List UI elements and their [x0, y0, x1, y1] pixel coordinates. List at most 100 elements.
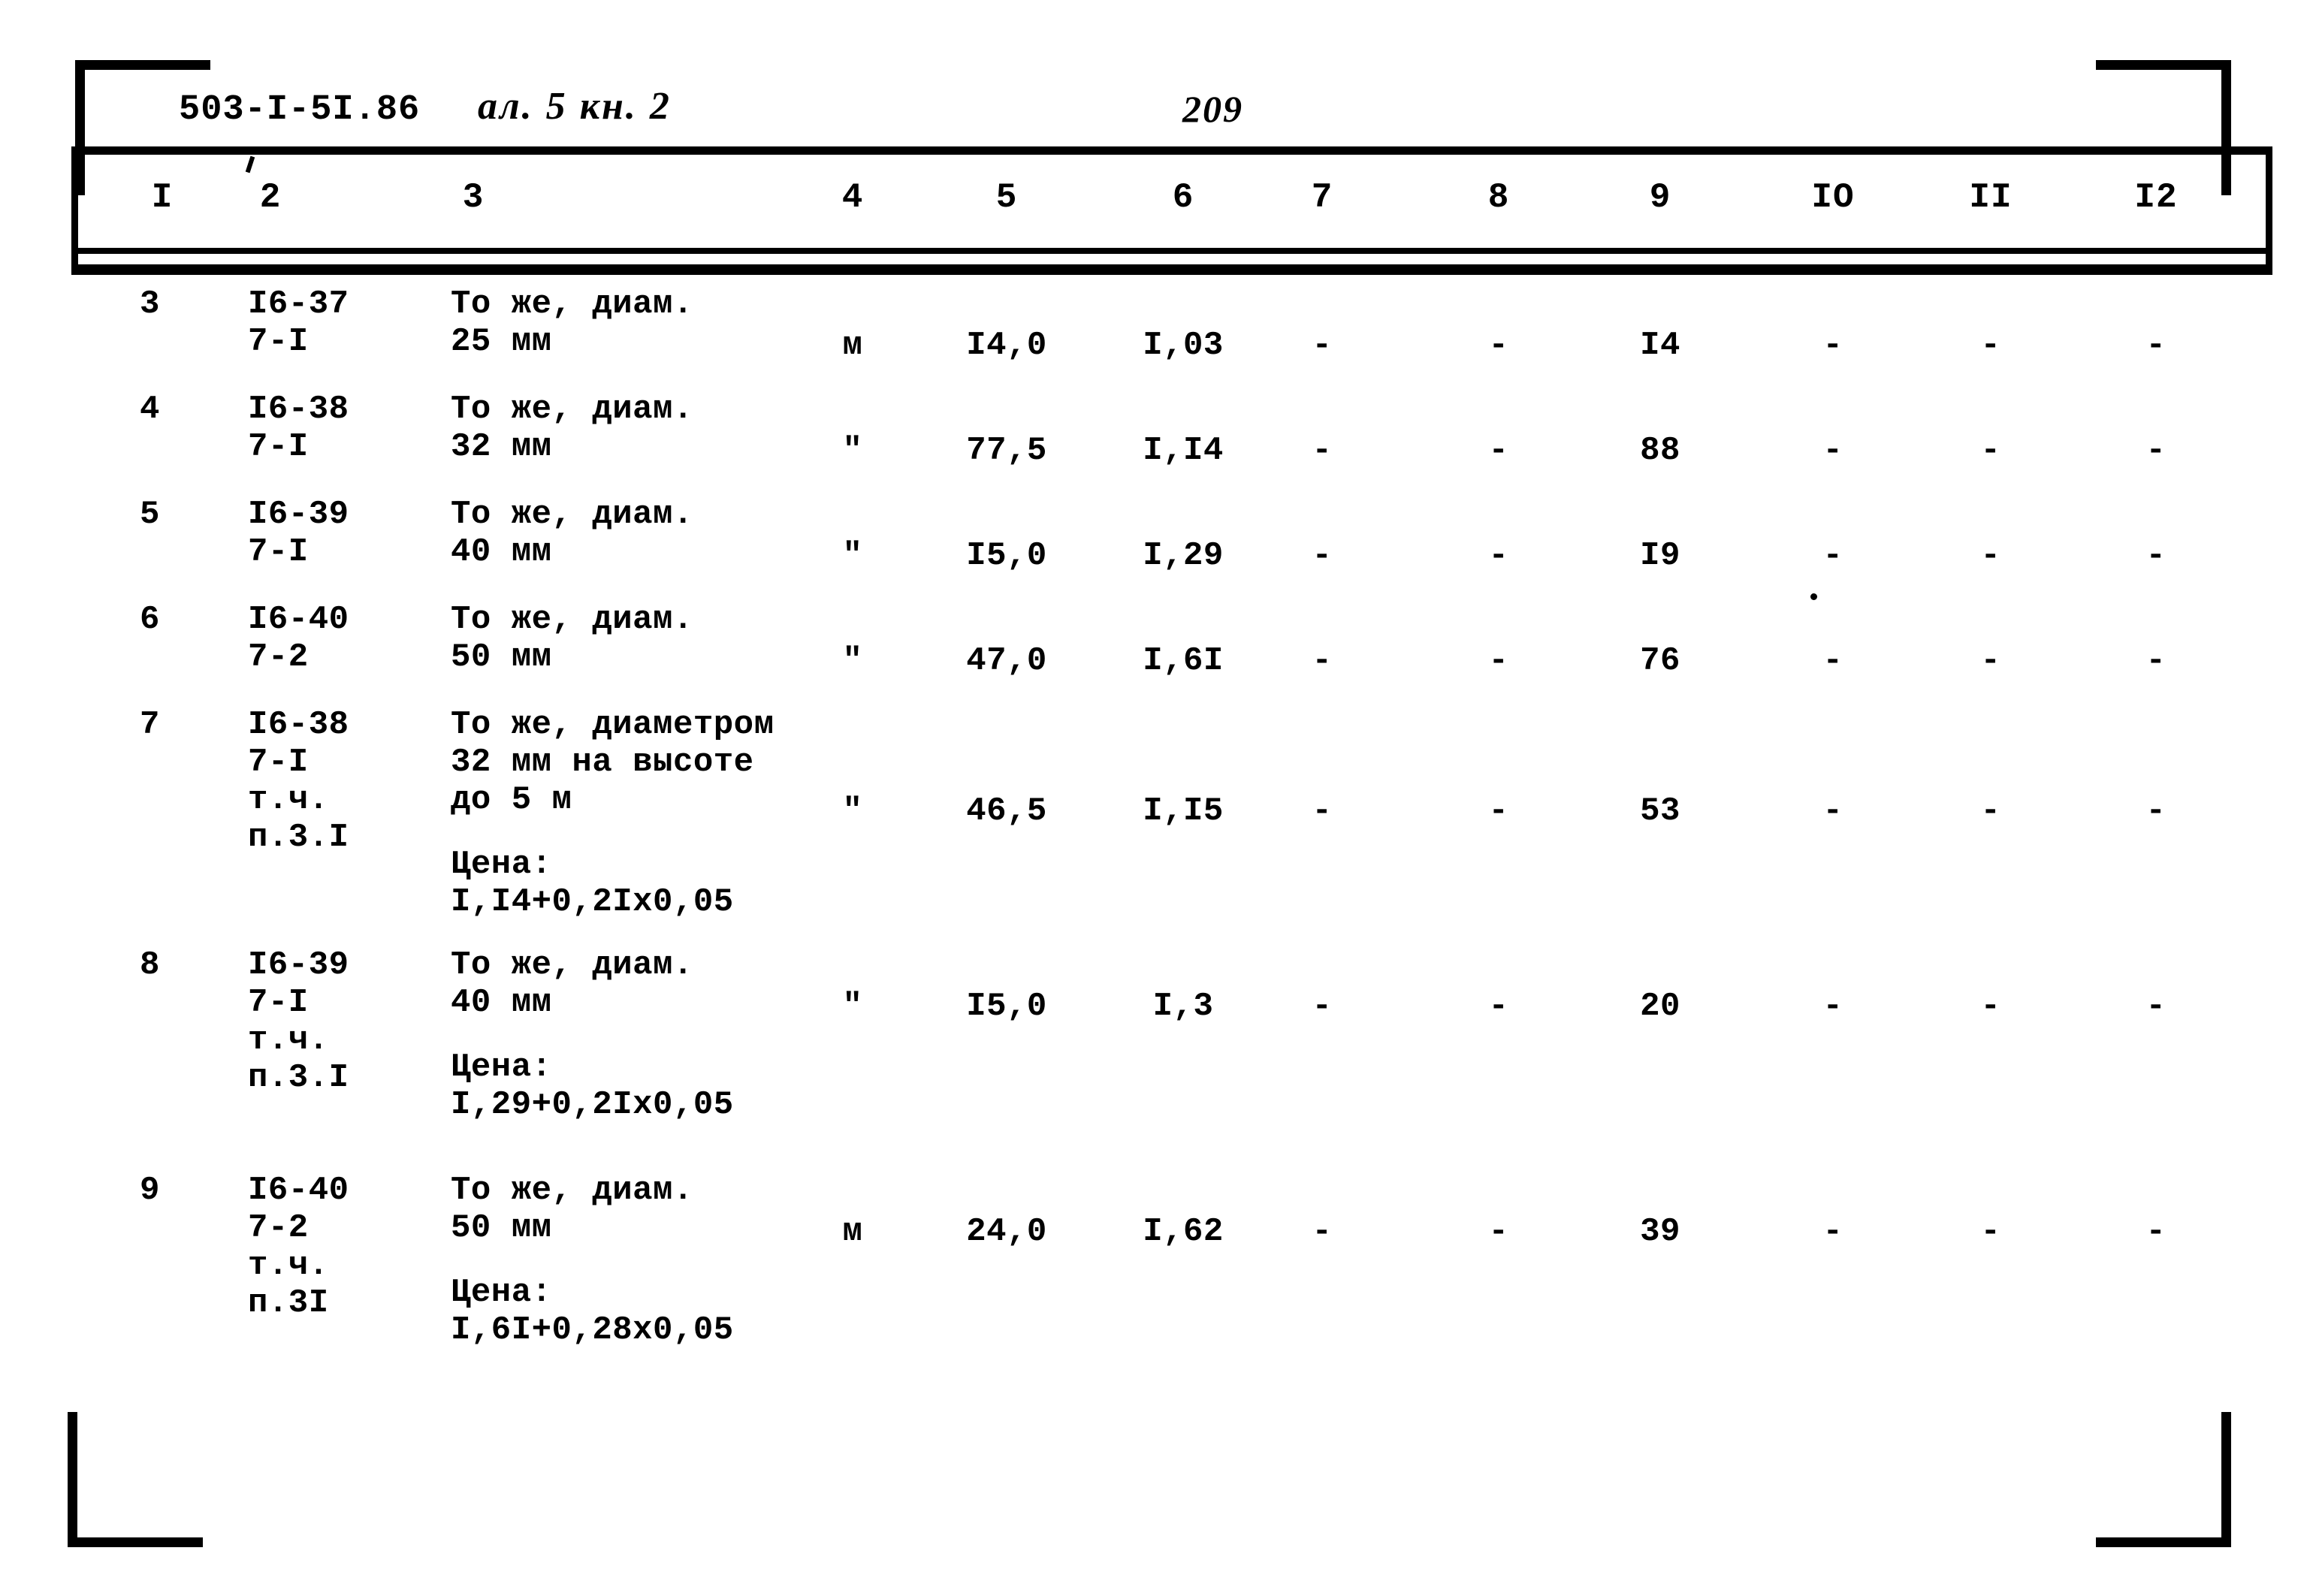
table-body: 3 I6-37 7-I То же, диам. 25 мм м I4,0 I,03 - - I…	[0, 285, 2307, 1397]
column-header-5: 5	[995, 178, 1018, 217]
row-number: 8	[140, 946, 160, 984]
row-description: То же, диам. 50 мм	[451, 601, 693, 676]
row-value-5: I5,0	[966, 537, 1047, 575]
row-value-9: 88	[1640, 432, 1680, 469]
row-value-8: -	[1488, 432, 1509, 469]
row-price-formula: Цена: I,29+0,2Iх0,05	[451, 1048, 734, 1124]
row-value-11: -	[1980, 432, 2001, 469]
row-value-11: -	[1980, 792, 2001, 830]
scanned-document-page: 503-I-5I.86 ал. 5 кн. 2 209 I 2 3 4 5 6 7 8 9 IO I…	[0, 0, 2307, 1596]
row-value-10: -	[1822, 432, 1843, 469]
row-description: То же, диам. 50 мм Цена: I,6I+0,28х0,05	[451, 1172, 734, 1349]
row-value-5: I5,0	[966, 988, 1047, 1025]
column-header-7: 7	[1311, 178, 1333, 217]
row-value-7: -	[1312, 988, 1333, 1025]
row-unit: м	[842, 1213, 863, 1251]
row-number: 6	[140, 601, 160, 638]
row-number: 9	[140, 1172, 160, 1209]
column-header-9: 9	[1649, 178, 1671, 217]
row-unit: "	[842, 432, 863, 469]
row-value-12: -	[2145, 1213, 2167, 1251]
row-value-7: -	[1312, 432, 1333, 469]
row-code: I6-38 7-I	[248, 391, 349, 466]
row-description: То же, диам. 25 мм	[451, 285, 693, 361]
row-code: I6-40 7-2	[248, 601, 349, 676]
table-row: 6 I6-40 7-2 То же, диам. 50 мм " 47,0 I,6I - - 7…	[0, 601, 2307, 706]
row-value-8: -	[1488, 792, 1509, 830]
row-unit: "	[842, 792, 863, 830]
table-top-rule	[75, 146, 2272, 155]
row-value-9: 53	[1640, 792, 1680, 830]
column-header-6: 6	[1172, 178, 1194, 217]
column-header-11: II	[1969, 178, 2013, 217]
table-row: 5 I6-39 7-I То же, диам. 40 мм " I5,0 I,29 - - I…	[0, 496, 2307, 601]
row-value-11: -	[1980, 327, 2001, 364]
row-value-12: -	[2145, 988, 2167, 1025]
row-description: То же, диам. 32 мм	[451, 391, 693, 466]
column-header-2: 2	[259, 178, 282, 217]
row-price-formula: Цена: I,I4+0,2Iх0,05	[451, 846, 734, 921]
row-unit: "	[842, 537, 863, 575]
row-value-8: -	[1488, 537, 1509, 575]
column-header-10: IO	[1811, 178, 1855, 217]
stray-ink-dot	[1810, 593, 1817, 600]
table-header-thick-rule	[71, 264, 2272, 275]
row-unit: "	[842, 988, 863, 1025]
row-value-10: -	[1822, 988, 1843, 1025]
table-row: 4 I6-38 7-I То же, диам. 32 мм " 77,5 I,I4 - - 8…	[0, 391, 2307, 496]
row-value-10: -	[1822, 327, 1843, 364]
row-value-5: I4,0	[966, 327, 1047, 364]
column-header-1: I	[151, 178, 174, 217]
row-value-10: -	[1822, 537, 1843, 575]
row-value-8: -	[1488, 988, 1509, 1025]
row-value-5: 46,5	[966, 792, 1047, 830]
table-row: 7 I6-38 7-I т.ч. п.3.I То же, диаметром 32…	[0, 706, 2307, 946]
row-description: То же, диам. 40 мм Цена: I,29+0,2Iх0,05	[451, 946, 734, 1124]
row-value-6: I,03	[1143, 327, 1224, 364]
table-row: 9 I6-40 7-2 т.ч. п.3I То же, диам. 50 мм Це…	[0, 1172, 2307, 1397]
page-number: 209	[1182, 88, 1243, 130]
row-unit: м	[842, 327, 863, 364]
column-header-3: 3	[462, 178, 485, 217]
row-value-12: -	[2145, 537, 2167, 575]
column-header-12: I2	[2134, 178, 2178, 217]
row-description: То же, диам. 40 мм	[451, 496, 693, 571]
row-value-9: I9	[1640, 537, 1680, 575]
row-code: I6-38 7-I т.ч. п.3.I	[248, 706, 349, 856]
row-value-11: -	[1980, 988, 2001, 1025]
row-description: То же, диаметром 32 мм на высоте до 5 мЦ…	[451, 706, 775, 921]
row-value-9: I4	[1640, 327, 1680, 364]
row-number: 7	[140, 706, 160, 744]
row-unit: "	[842, 642, 863, 680]
row-value-9: 20	[1640, 988, 1680, 1025]
row-value-10: -	[1822, 1213, 1843, 1251]
column-header-4: 4	[841, 178, 864, 217]
row-value-6: I,I5	[1143, 792, 1224, 830]
row-code: I6-40 7-2 т.ч. п.3I	[248, 1172, 349, 1322]
row-value-11: -	[1980, 537, 2001, 575]
row-number: 5	[140, 496, 160, 533]
row-number: 4	[140, 391, 160, 428]
row-code: I6-39 7-I	[248, 496, 349, 571]
row-value-6: I,6I	[1143, 642, 1224, 680]
row-value-12: -	[2145, 432, 2167, 469]
row-value-9: 76	[1640, 642, 1680, 680]
row-value-5: 24,0	[966, 1213, 1047, 1251]
crop-mark-bottom-left	[68, 1412, 203, 1547]
table-row: 3 I6-37 7-I То же, диам. 25 мм м I4,0 I,03 - - I…	[0, 285, 2307, 391]
row-value-12: -	[2145, 327, 2167, 364]
document-header: 503-I-5I.86 ал. 5 кн. 2 209	[0, 85, 2307, 173]
row-value-8: -	[1488, 327, 1509, 364]
row-value-8: -	[1488, 642, 1509, 680]
row-value-10: -	[1822, 792, 1843, 830]
table-row: 8 I6-39 7-I т.ч. п.3.I То же, диам. 40 мм Ц…	[0, 946, 2307, 1172]
row-value-6: I,I4	[1143, 432, 1224, 469]
table-column-number-row: I 2 3 4 5 6 7 8 9 IO II I2	[0, 178, 2307, 231]
row-value-11: -	[1980, 642, 2001, 680]
row-value-6: I,29	[1143, 537, 1224, 575]
row-code: I6-39 7-I т.ч. п.3.I	[248, 946, 349, 1097]
row-value-7: -	[1312, 642, 1333, 680]
row-value-7: -	[1312, 1213, 1333, 1251]
crop-mark-bottom-right	[2096, 1412, 2231, 1547]
row-value-5: 47,0	[966, 642, 1047, 680]
